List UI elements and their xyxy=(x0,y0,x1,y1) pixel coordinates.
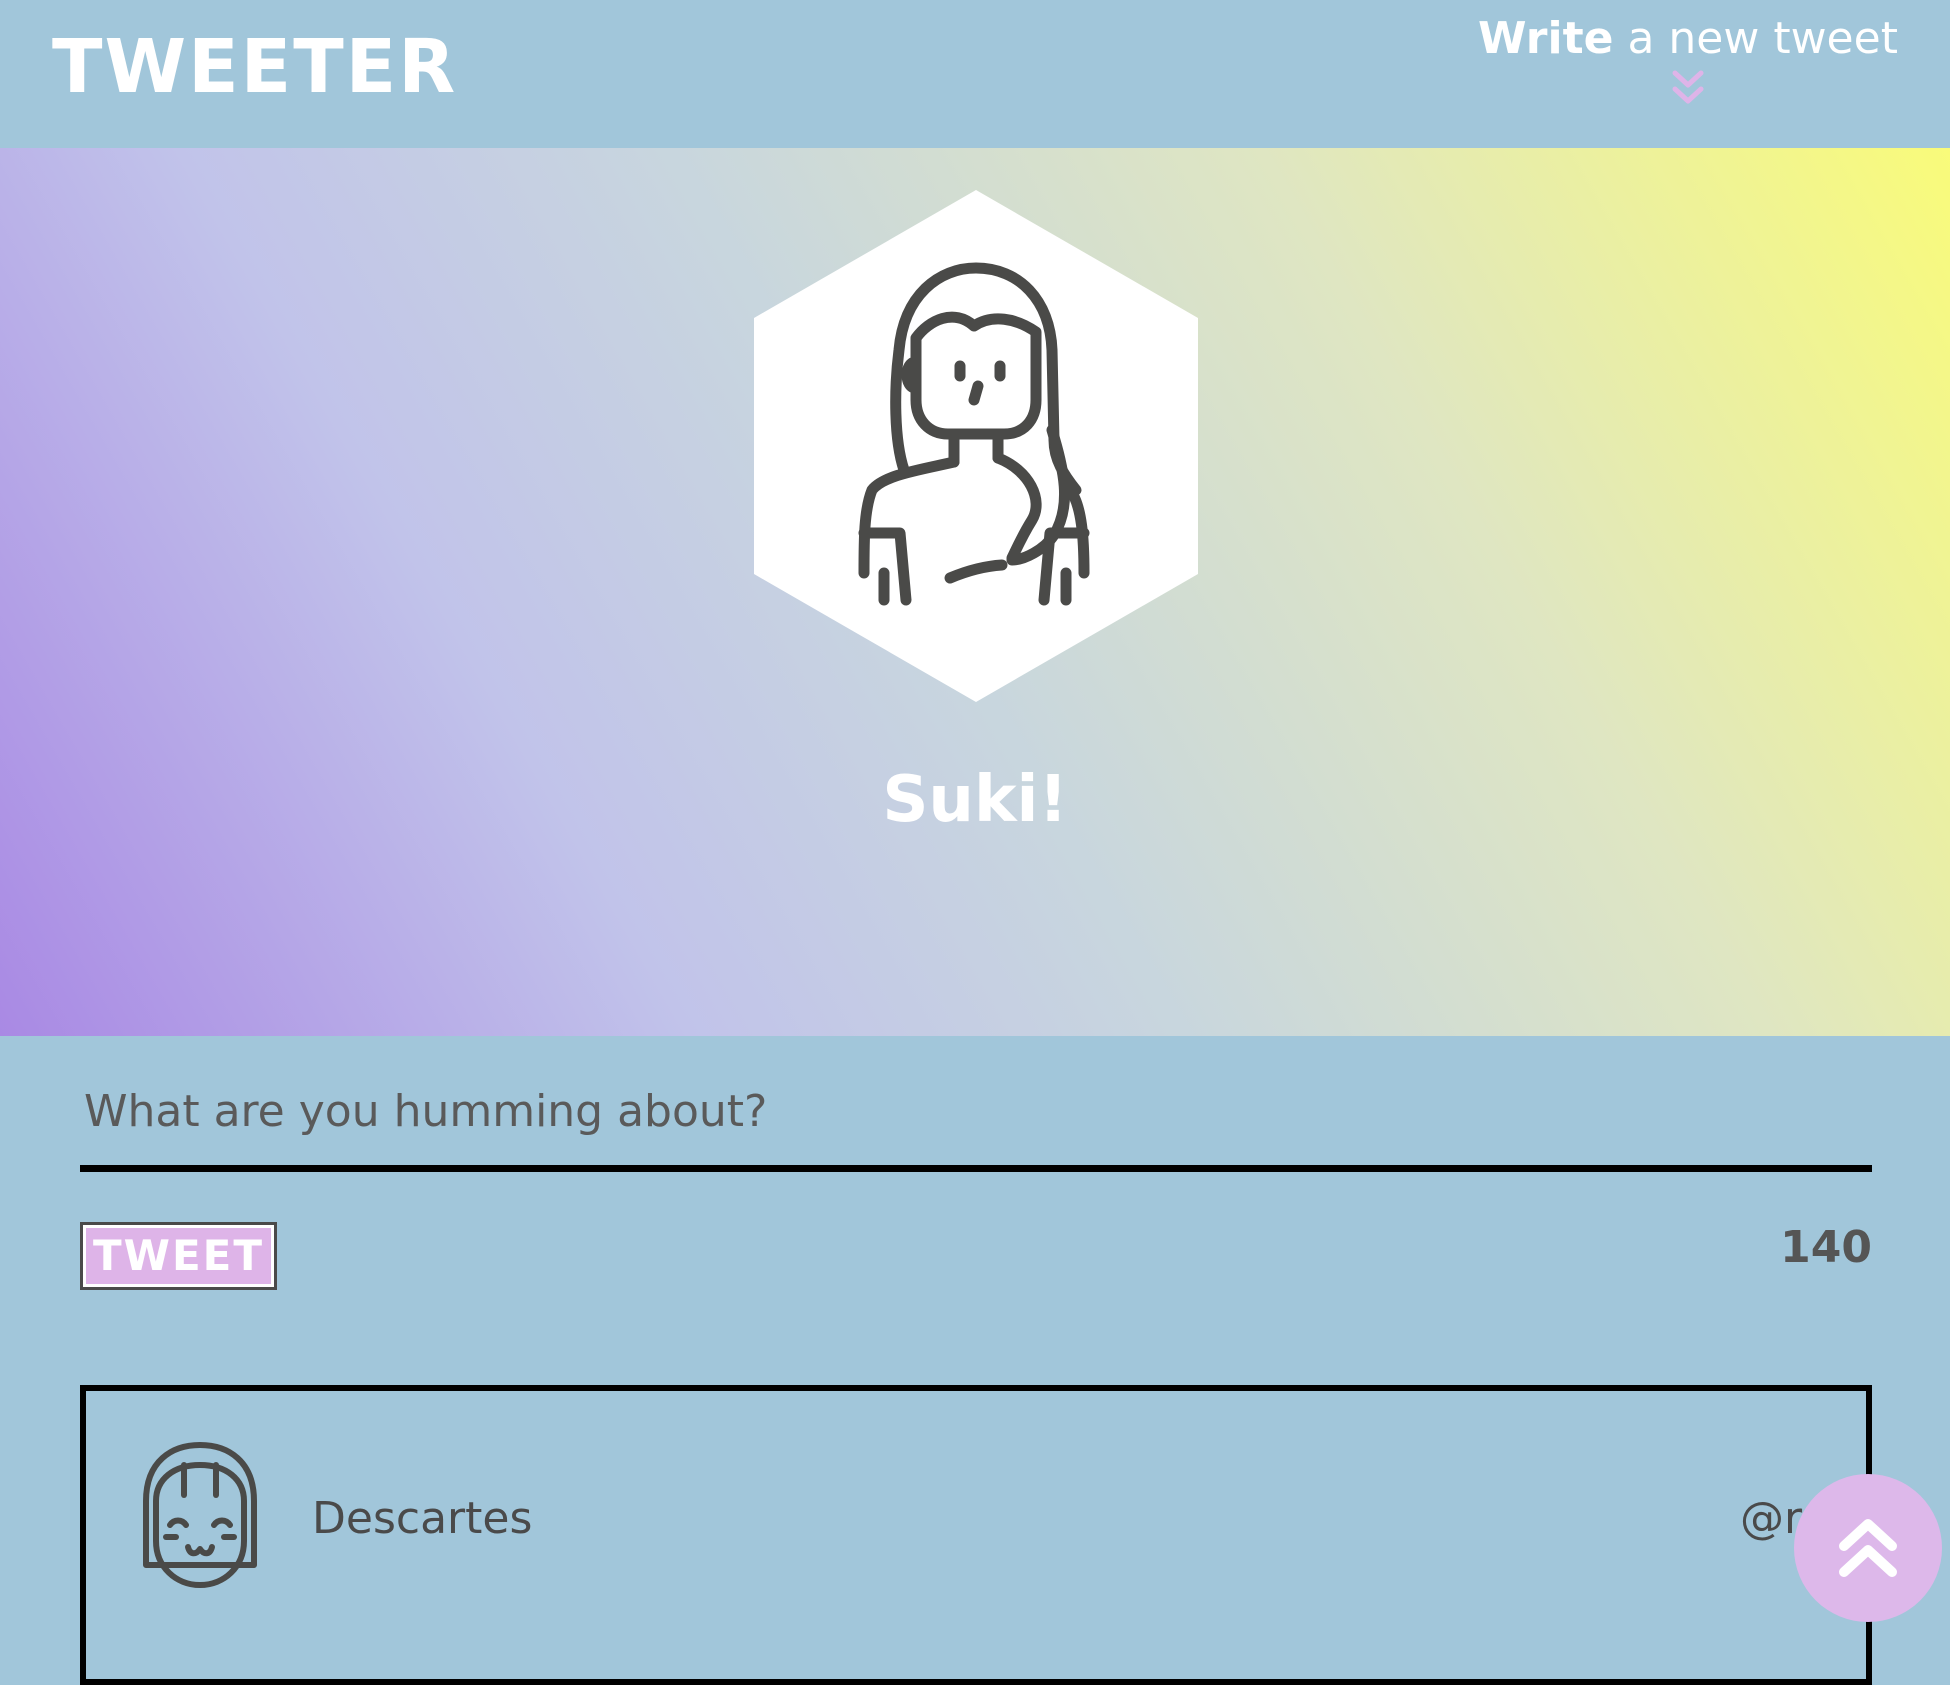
chevron-double-down-icon xyxy=(1672,70,1704,104)
tweet-author-name: Descartes xyxy=(312,1493,533,1544)
smiling-girl-avatar-icon xyxy=(143,1442,257,1588)
write-label-rest: a new tweet xyxy=(1613,13,1898,64)
brand-logo[interactable]: TWEETER xyxy=(52,30,457,104)
tweet-submit-button[interactable]: TWEET xyxy=(80,1222,277,1290)
profile-hero: Suki! xyxy=(0,148,1950,1036)
write-new-tweet-toggle[interactable]: Write a new tweet xyxy=(1478,10,1898,108)
scroll-to-top-button[interactable] xyxy=(1794,1474,1942,1622)
char-counter: 140 xyxy=(1780,1222,1872,1273)
tweet-card: Descartes @rd xyxy=(80,1385,1872,1685)
write-label-bold: Write xyxy=(1478,13,1614,64)
tweet-input[interactable] xyxy=(80,1036,1872,1172)
top-navbar: TWEETER Write a new tweet xyxy=(0,0,1950,148)
compose-form: TWEET 140 xyxy=(80,1036,1872,1290)
chevron-double-up-icon xyxy=(1839,1519,1897,1577)
write-new-tweet-label: Write a new tweet xyxy=(1478,10,1898,68)
girl-avatar-icon xyxy=(754,190,1198,702)
profile-name: Suki! xyxy=(882,763,1068,837)
